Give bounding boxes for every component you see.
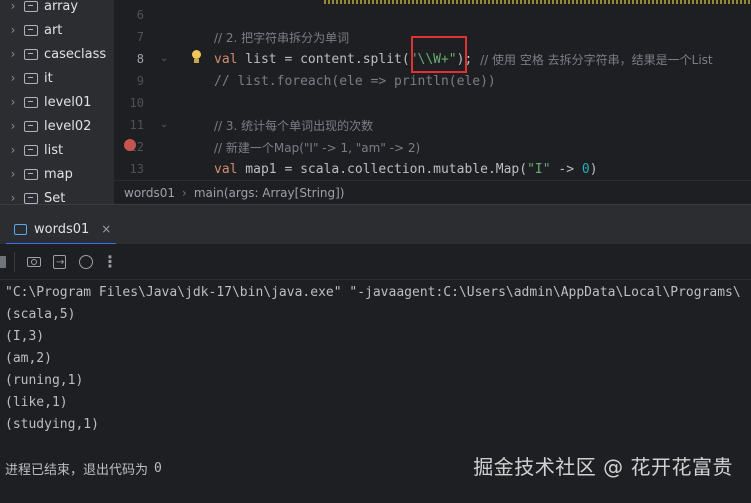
tree-item-array[interactable]: › array	[0, 0, 114, 18]
folder-icon	[24, 0, 38, 12]
tree-item-label: map	[44, 166, 73, 182]
tree-item-label: caseclass	[44, 46, 107, 62]
breadcrumb-separator: ›	[182, 185, 187, 200]
line-number: 12	[129, 140, 144, 154]
code-line-13: val map1 = scala.collection.mutable.Map(…	[214, 161, 598, 177]
chevron-right-icon[interactable]: ›	[6, 71, 20, 85]
line-number: 10	[129, 96, 144, 110]
folder-icon	[24, 24, 38, 36]
screenshot-icon[interactable]	[26, 254, 42, 270]
tree-item-label: level01	[44, 94, 92, 110]
stop-icon[interactable]	[0, 256, 6, 268]
console-icon	[14, 223, 27, 235]
tree-item-label: art	[44, 22, 63, 38]
breadcrumb: words01 › main(args: Array[String])	[114, 180, 751, 204]
folder-icon	[24, 144, 38, 156]
folder-icon	[24, 72, 38, 84]
code-line-11: // 3. 统计每个单词出现的次数	[214, 118, 374, 133]
chevron-right-icon[interactable]: ›	[6, 119, 20, 133]
console-output-line: (runing,1)	[5, 372, 84, 388]
more-icon[interactable]: ⋮	[102, 254, 118, 270]
breadcrumb-method[interactable]: main(args: Array[String])	[194, 186, 345, 200]
tree-item-art[interactable]: › art	[0, 18, 114, 42]
warning-squiggle	[324, 0, 751, 4]
breadcrumb-object[interactable]: words01	[124, 186, 175, 200]
tree-item-label: it	[44, 70, 53, 86]
line-number: 7	[136, 30, 144, 44]
console-command-line: "C:\Program Files\Java\jdk-17\bin\java.e…	[5, 284, 741, 300]
run-tab-label: words01	[34, 221, 90, 237]
folder-icon	[24, 120, 38, 132]
code-line-9: // list.foreach(ele => println(ele))	[214, 73, 496, 89]
folder-icon	[24, 96, 38, 108]
console-output-line: (studying,1)	[5, 416, 99, 432]
clear-icon[interactable]	[78, 254, 94, 270]
export-icon[interactable]: →	[52, 254, 68, 270]
chevron-right-icon[interactable]: ›	[6, 143, 20, 157]
run-toolbar: → ⋮	[0, 244, 751, 280]
chevron-right-icon[interactable]: ›	[6, 47, 20, 61]
line-number: 6	[136, 8, 144, 22]
line-number: 13	[129, 162, 144, 176]
tree-item-label: level02	[44, 118, 92, 134]
run-tool-window-header: words01 ×	[0, 204, 751, 245]
tree-item-level02[interactable]: › level02	[0, 114, 114, 138]
code-editor[interactable]: 6 7 8 9 10 11 12 13 ⌄ ⌄ // 2. 把字符串拆分为单词 …	[114, 0, 751, 180]
console-output-line: (am,2)	[5, 350, 52, 366]
toolbar-divider	[14, 252, 15, 272]
tree-item-label: array	[44, 0, 79, 14]
console-output-line: (like,1)	[5, 394, 68, 410]
chevron-right-icon[interactable]: ›	[6, 0, 20, 13]
exit-code: 0	[154, 460, 162, 476]
tree-item-it[interactable]: › it	[0, 66, 114, 90]
code-line-7: // 2. 把字符串拆分为单词	[214, 30, 350, 45]
chevron-right-icon[interactable]: ›	[6, 95, 20, 109]
lightbulb-icon[interactable]	[191, 50, 202, 64]
code-line-12: // 新建一个Map("I" -> 1, "am" -> 2)	[214, 140, 421, 155]
chevron-right-icon[interactable]: ›	[6, 191, 20, 204]
tree-item-label: list	[44, 142, 64, 158]
close-icon[interactable]: ×	[101, 222, 111, 236]
folder-icon	[24, 168, 38, 180]
chevron-right-icon[interactable]: ›	[6, 23, 20, 37]
console-output-line: (I,3)	[5, 328, 45, 344]
fold-icon[interactable]: ⌄	[160, 53, 168, 64]
tree-item-caseclass[interactable]: › caseclass	[0, 42, 114, 66]
line-number: 9	[136, 74, 144, 88]
watermark: 掘金技术社区 @ 花开花富贵	[473, 455, 733, 479]
tree-item-map[interactable]: › map	[0, 162, 114, 186]
ide-window: › array › art › caseclass › it › level01…	[0, 0, 751, 503]
breakpoint-icon[interactable]	[124, 139, 136, 151]
tree-item-list[interactable]: › list	[0, 138, 114, 162]
exit-text: 进程已结束，退出代码为	[5, 462, 149, 478]
folder-icon	[24, 48, 38, 60]
console-output-line: (scala,5)	[5, 306, 76, 322]
project-tree: › array › art › caseclass › it › level01…	[0, 0, 114, 204]
tree-item-label: Set	[44, 190, 66, 205]
folder-icon	[24, 192, 38, 204]
run-tab[interactable]: words01 ×	[0, 213, 121, 245]
tree-item-set[interactable]: › Set	[0, 186, 114, 205]
chevron-right-icon[interactable]: ›	[6, 167, 20, 181]
highlight-box	[411, 36, 467, 73]
process-exit-line: 进程已结束，退出代码为 0	[5, 457, 162, 479]
fold-icon[interactable]: ⌄	[160, 119, 168, 130]
tree-item-level01[interactable]: › level01	[0, 90, 114, 114]
